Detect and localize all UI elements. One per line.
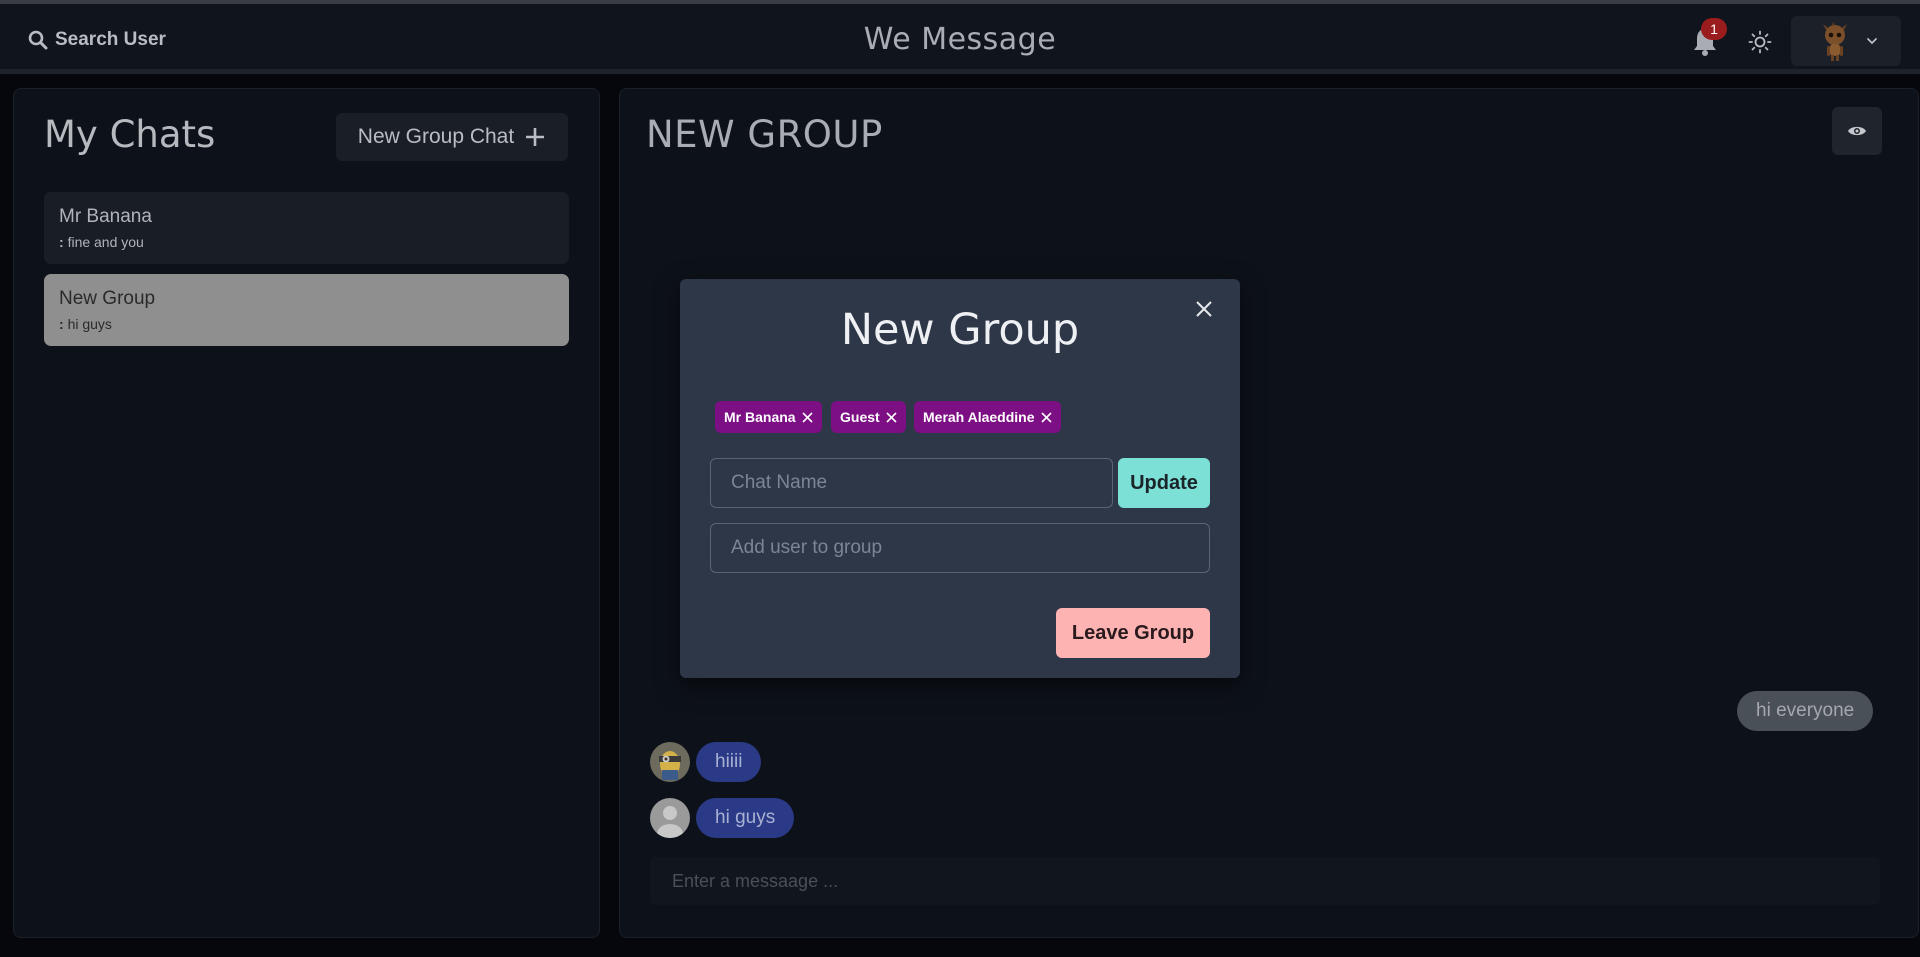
chat-list-item-selected[interactable]: New Group : hi guys xyxy=(44,274,569,346)
sender-avatar-default xyxy=(650,798,690,838)
member-tag[interactable]: Merah Alaeddine xyxy=(914,401,1061,433)
message-bubble-own: hi everyone xyxy=(1737,691,1874,731)
chat-name-input[interactable] xyxy=(710,458,1113,508)
modal-title: New Group xyxy=(840,305,1080,355)
member-tag-label: Mr Banana xyxy=(724,409,796,425)
leave-group-button[interactable]: Leave Group xyxy=(1056,608,1210,658)
message-input[interactable] xyxy=(650,857,1880,905)
member-tag[interactable]: Mr Banana xyxy=(715,401,822,433)
chat-name: New Group xyxy=(59,288,156,309)
theme-toggle-sun-icon[interactable] xyxy=(1748,30,1772,54)
group-settings-modal: New Group Mr Banana Guest Merah Alaeddin… xyxy=(680,279,1240,678)
top-bar: Search User We Message 1 xyxy=(0,0,1920,74)
avatar xyxy=(1823,22,1847,61)
sender-avatar xyxy=(650,742,690,782)
my-chats-title: My Chats xyxy=(44,113,216,156)
chat-preview: : hi guys xyxy=(59,316,112,332)
new-group-chat-label: New Group Chat xyxy=(357,125,515,148)
remove-member-icon[interactable] xyxy=(886,411,897,423)
view-group-details-button[interactable] xyxy=(1832,107,1882,155)
chevron-down-icon xyxy=(1867,38,1877,45)
close-icon[interactable] xyxy=(1193,298,1215,320)
chat-list-item[interactable]: Mr Banana : fine and you xyxy=(44,192,569,264)
new-group-chat-button[interactable]: New Group Chat xyxy=(336,113,568,161)
remove-member-icon[interactable] xyxy=(802,411,813,423)
member-tag[interactable]: Guest xyxy=(831,401,906,433)
chat-preview: : fine and you xyxy=(59,234,144,250)
my-chats-panel: My Chats New Group Chat Mr Banana : fine… xyxy=(13,88,600,938)
chat-title: NEW GROUP xyxy=(646,113,883,156)
notification-badge: 1 xyxy=(1701,18,1727,40)
chat-name: Mr Banana xyxy=(59,206,152,227)
member-tag-label: Guest xyxy=(840,409,880,425)
remove-member-icon[interactable] xyxy=(1040,411,1052,423)
app-title: We Message xyxy=(863,22,1057,57)
message-bubble-other: hi guys xyxy=(696,798,795,838)
update-button[interactable]: Update xyxy=(1118,458,1210,508)
message-bubble-other: hiiii xyxy=(696,742,762,782)
plus-icon xyxy=(526,128,545,146)
profile-menu-button[interactable] xyxy=(1791,16,1901,66)
add-user-input[interactable] xyxy=(710,523,1210,573)
member-tag-label: Merah Alaeddine xyxy=(923,409,1035,425)
eye-icon xyxy=(1848,126,1866,136)
